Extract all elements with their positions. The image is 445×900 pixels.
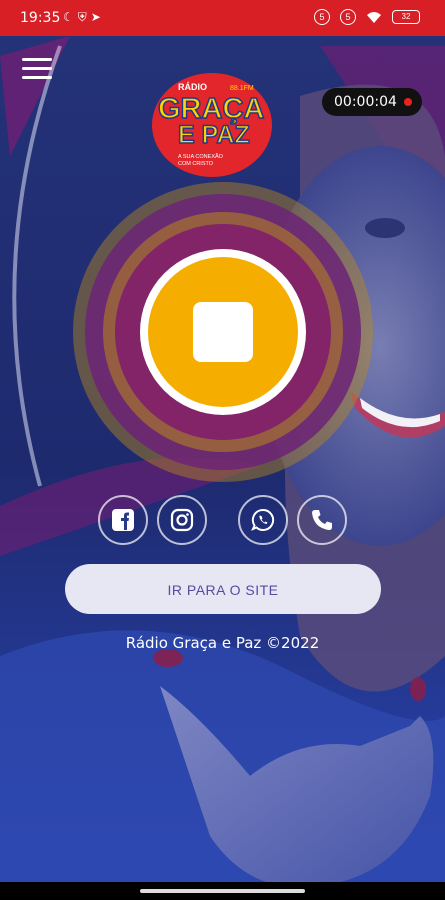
status-left-icons: ☾⛨➤: [63, 10, 105, 25]
moon-icon: ☾: [63, 10, 78, 24]
status-time: 19:35: [20, 10, 61, 26]
recording-timer: 00:00:04: [322, 88, 422, 116]
radio-logo: RÁDIO 88.1FM GRAÇA E PAZ A SUA CONEXÃO C…: [152, 73, 272, 177]
logo-frequency: 88.1FM: [230, 85, 254, 92]
status-right-icons: 5 5 32: [314, 9, 420, 25]
instagram-icon: [170, 508, 194, 532]
logo-tagline-1: A SUA CONEXÃO: [178, 153, 224, 160]
timer-value: 00:00:04: [334, 94, 397, 110]
go-to-site-button[interactable]: IR PARA O SITE: [65, 564, 381, 614]
whatsapp-button[interactable]: [238, 495, 288, 545]
shield-icon: ⛨: [77, 10, 91, 24]
facebook-button[interactable]: [98, 495, 148, 545]
wifi-icon: [367, 12, 381, 23]
logo-line2: E PAZ: [178, 121, 250, 149]
copyright-text: Rádio Graça e Paz ©2022: [125, 634, 320, 652]
whatsapp-icon: [251, 508, 275, 531]
phone-button[interactable]: [297, 495, 347, 545]
recording-dot-icon: [404, 98, 412, 106]
menu-button[interactable]: [22, 58, 52, 82]
instagram-button[interactable]: [157, 495, 207, 545]
status-bar: 19:35 ☾⛨➤ 5 5 32: [0, 0, 445, 36]
player-visualizer: [68, 177, 378, 487]
battery-icon: 32: [392, 10, 420, 24]
telegram-icon: ➤: [90, 10, 105, 24]
home-gesture-handle[interactable]: [140, 889, 305, 893]
stop-icon: [193, 302, 253, 362]
logo-tagline-2: COM CRISTO: [178, 161, 214, 167]
hamburger-icon: [22, 58, 52, 61]
phone-icon: [312, 510, 332, 530]
facebook-icon: [112, 509, 134, 531]
logo-top-text: RÁDIO: [178, 82, 207, 92]
sim-icon: 5: [340, 9, 356, 25]
stop-button[interactable]: [140, 249, 306, 415]
app-screen: 19:35 ☾⛨➤ 5 5 32 RÁDIO 88.1FM GRAÇA E PA…: [0, 0, 445, 900]
navigation-bar: [0, 882, 445, 900]
sim-icon: 5: [314, 9, 330, 25]
